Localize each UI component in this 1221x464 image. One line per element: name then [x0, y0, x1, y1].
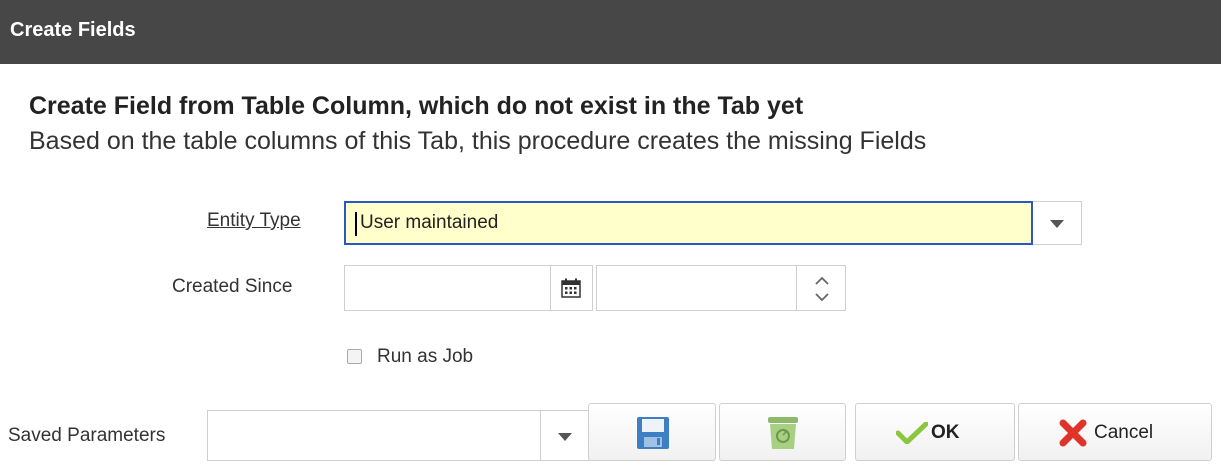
cancel-button[interactable]: Cancel [1018, 403, 1212, 461]
run-as-job-checkbox[interactable] [347, 349, 362, 364]
run-as-job-label[interactable]: Run as Job [377, 346, 473, 368]
time-spinner-button[interactable] [796, 265, 846, 311]
ok-label: OK [931, 422, 960, 443]
created-since-label: Created Since [172, 276, 293, 297]
created-since-date-input[interactable] [344, 265, 552, 311]
up-down-spinner-icon [815, 276, 829, 302]
page-description: Based on the table columns of this Tab, … [29, 127, 927, 155]
chevron-down-icon [558, 433, 572, 441]
dialog-title: Create Fields [10, 19, 136, 41]
entity-type-dropdown-button[interactable] [1033, 201, 1082, 245]
page-title: Create Field from Table Column, which do… [29, 92, 804, 120]
text-cursor [355, 212, 357, 236]
saved-parameters-input[interactable] [207, 410, 542, 461]
ok-button[interactable]: OK [855, 403, 1015, 461]
red-x-icon [1059, 419, 1087, 447]
cancel-label: Cancel [1094, 422, 1154, 443]
calendar-icon [561, 278, 581, 298]
entity-type-label[interactable]: Entity Type [207, 210, 301, 232]
checkmark-icon [896, 422, 928, 444]
dialog-titlebar: Create Fields [0, 0, 1221, 64]
entity-type-input[interactable]: User maintained [344, 201, 1033, 245]
save-parameters-button[interactable] [588, 403, 716, 461]
calendar-button[interactable] [550, 265, 593, 311]
saved-parameters-label: Saved Parameters [8, 425, 166, 446]
created-since-time-input[interactable] [596, 265, 798, 311]
saved-parameters-dropdown-button[interactable] [540, 410, 590, 461]
recycle-bin-icon [768, 417, 798, 449]
delete-parameters-button[interactable] [719, 403, 846, 461]
floppy-disk-icon [637, 417, 669, 449]
entity-type-value: User maintained [360, 212, 499, 233]
chevron-down-icon [1050, 220, 1064, 228]
